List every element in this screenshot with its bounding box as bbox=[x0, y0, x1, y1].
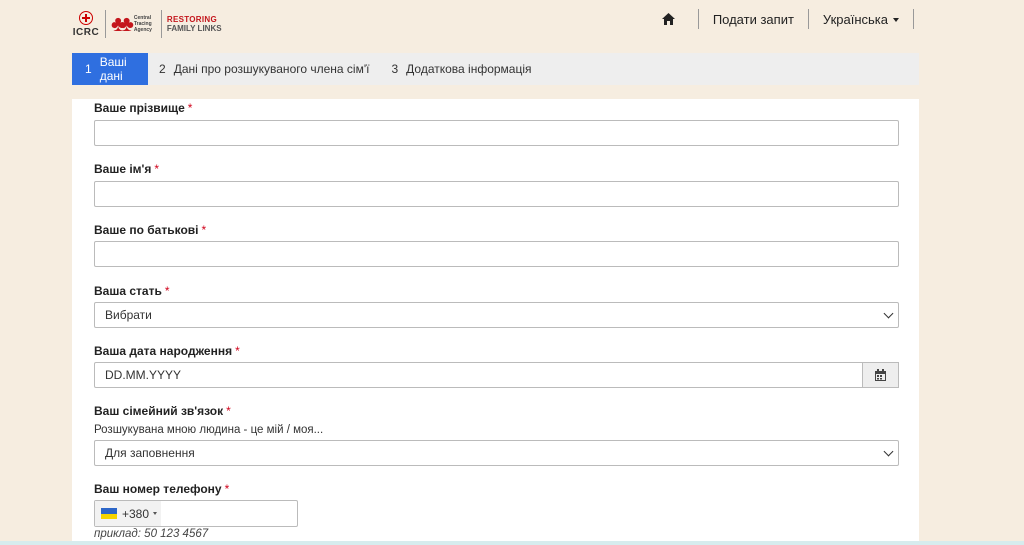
nav-divider bbox=[697, 9, 699, 29]
relation-label: Ваш сімейний зв'язок * bbox=[94, 404, 231, 418]
step-number: 1 bbox=[85, 62, 92, 76]
cta-logo-text: Central Tracing Agency bbox=[133, 15, 152, 33]
required-mark: * bbox=[187, 101, 193, 115]
language-dropdown[interactable]: Українська bbox=[823, 12, 899, 27]
country-code-selector[interactable]: +380 bbox=[95, 501, 162, 526]
patronymic-input[interactable] bbox=[94, 241, 899, 267]
calendar-icon bbox=[875, 369, 886, 381]
surname-input[interactable] bbox=[94, 120, 899, 146]
step-number: 2 bbox=[159, 62, 166, 76]
chevron-down-icon bbox=[883, 308, 894, 319]
dial-code: +380 bbox=[122, 506, 150, 521]
first-name-input[interactable] bbox=[94, 181, 899, 207]
phone-label-text: Ваш номер телефону bbox=[94, 482, 222, 496]
relation-label-text: Ваш сімейний зв'язок bbox=[94, 404, 224, 418]
chevron-down-icon bbox=[883, 446, 894, 457]
gender-select[interactable]: Вибрати bbox=[94, 302, 899, 328]
step-sought-family-member[interactable]: 2 Дані про розшукуваного члена сім'ї bbox=[148, 53, 380, 85]
required-mark: * bbox=[201, 223, 207, 237]
step-number: 3 bbox=[391, 62, 399, 76]
phone-label: Ваш номер телефону * bbox=[94, 482, 229, 496]
step-label: Додаткова інформація bbox=[406, 62, 532, 76]
relation-help-text: Розшукувана мною людина - це мій / моя..… bbox=[94, 424, 324, 436]
icrc-logo: ICRC bbox=[72, 10, 100, 38]
logo-divider bbox=[160, 10, 162, 38]
birth-date-input[interactable]: DD.MM.YYYY bbox=[94, 362, 863, 388]
required-mark: * bbox=[164, 284, 170, 298]
phone-input[interactable]: +380 bbox=[94, 500, 298, 527]
step-your-data[interactable]: 1 Ваші дані bbox=[72, 53, 148, 85]
gender-label: Ваша стать * bbox=[94, 284, 170, 298]
required-mark: * bbox=[224, 482, 230, 496]
logo-group[interactable]: ICRC ♣♣ Central Tracing Agency RESTORING… bbox=[72, 8, 222, 40]
header: ICRC ♣♣ Central Tracing Agency RESTORING… bbox=[0, 0, 1024, 50]
step-additional-info[interactable]: 3 Додаткова інформація bbox=[380, 53, 542, 85]
relation-select[interactable]: Для заповнення bbox=[94, 440, 899, 466]
phone-example: приклад: 50 123 4567 bbox=[94, 528, 209, 540]
required-mark: * bbox=[154, 162, 160, 176]
required-mark: * bbox=[226, 404, 231, 418]
calendar-button[interactable] bbox=[863, 362, 899, 388]
step-label: Дані про розшукуваного члена сім'ї bbox=[173, 62, 370, 76]
cta-logo: ♣♣ Central Tracing Agency bbox=[111, 13, 156, 35]
birth-date-label-text: Ваша дата народження bbox=[94, 344, 233, 358]
language-label: Українська bbox=[822, 11, 888, 27]
people-icon: ♣♣ bbox=[111, 11, 134, 36]
required-mark: * bbox=[235, 344, 240, 358]
surname-label-text: Ваше прізвище bbox=[94, 101, 185, 115]
gender-selected-value: Вибрати bbox=[105, 308, 152, 322]
submit-request-link[interactable]: Подати запит bbox=[713, 12, 794, 27]
rfl-logo: RESTORING FAMILY LINKS bbox=[167, 15, 222, 33]
rfl-logo-line2: FAMILY LINKS bbox=[166, 24, 222, 33]
form-panel: Ваше прізвище * Ваше ім'я * Ваше по батько… bbox=[72, 99, 919, 545]
surname-label: Ваше прізвище * bbox=[94, 101, 192, 115]
nav-divider bbox=[913, 9, 914, 29]
relation-selected-value: Для заповнення bbox=[105, 446, 195, 460]
patronymic-label: Ваше по батькові * bbox=[94, 223, 206, 237]
gender-label-text: Ваша стать bbox=[94, 284, 162, 298]
first-name-label: Ваше ім'я * bbox=[94, 162, 159, 176]
icrc-logo-text: ICRC bbox=[72, 26, 100, 38]
rfl-logo-line1: RESTORING bbox=[166, 15, 217, 24]
home-icon[interactable] bbox=[654, 13, 684, 25]
birth-date-label: Ваша дата народження * bbox=[94, 344, 240, 358]
birth-date-placeholder: DD.MM.YYYY bbox=[105, 368, 182, 382]
nav-divider bbox=[807, 9, 809, 29]
patronymic-label-text: Ваше по батькові bbox=[94, 223, 199, 237]
step-label: Ваші дані bbox=[99, 55, 127, 83]
caret-down-icon bbox=[893, 18, 899, 23]
red-cross-emblem-icon bbox=[79, 10, 93, 25]
caret-down-icon bbox=[153, 512, 158, 515]
ukraine-flag-icon bbox=[101, 508, 117, 519]
top-nav: Подати запит Українська bbox=[654, 8, 928, 30]
logo-divider bbox=[105, 10, 106, 38]
first-name-label-text: Ваше ім'я bbox=[94, 162, 152, 176]
bottom-strip bbox=[0, 541, 1024, 545]
form-steps: 1 Ваші дані 2 Дані про розшукуваного чле… bbox=[72, 53, 919, 85]
